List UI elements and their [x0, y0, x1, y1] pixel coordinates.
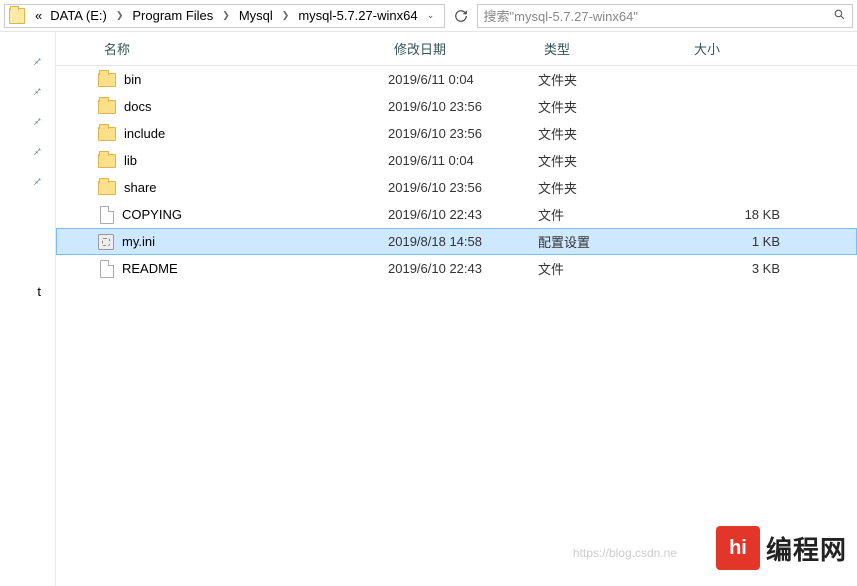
- cell-date: 2019/8/18 14:58: [388, 234, 538, 249]
- file-name: README: [122, 261, 178, 276]
- file-row[interactable]: include 2019/6/10 23:56文件夹: [56, 120, 857, 147]
- cell-name: docs: [98, 99, 388, 114]
- crumb-item[interactable]: DATA (E:): [46, 6, 111, 25]
- search-icon: [833, 8, 846, 24]
- file-icon: [100, 206, 114, 224]
- file-row[interactable]: share 2019/6/10 23:56文件夹: [56, 174, 857, 201]
- cell-size: 3 KB: [688, 261, 798, 276]
- header-date[interactable]: 修改日期: [388, 35, 538, 62]
- refresh-button[interactable]: [449, 5, 473, 27]
- cell-name: lib: [98, 153, 388, 168]
- folder-icon: [9, 8, 25, 24]
- cell-type: 文件夹: [538, 124, 688, 143]
- pin-icon[interactable]: [0, 106, 55, 136]
- file-name: share: [124, 180, 157, 195]
- crumb-item[interactable]: Mysql: [235, 6, 277, 25]
- chevron-right-icon[interactable]: ❯: [116, 10, 124, 21]
- file-name: include: [124, 126, 165, 141]
- cell-type: 文件夹: [538, 178, 688, 197]
- config-file-icon: [98, 234, 114, 250]
- pin-icon[interactable]: [0, 46, 55, 76]
- crumb-prefix[interactable]: «: [31, 6, 46, 25]
- cell-date: 2019/6/10 23:56: [388, 99, 538, 114]
- file-row[interactable]: my.ini 2019/8/18 14:58配置设置1 KB: [56, 228, 857, 255]
- header-type[interactable]: 类型: [538, 35, 688, 62]
- header-name[interactable]: 名称: [98, 35, 388, 62]
- column-headers: 名称 修改日期 类型 大小: [56, 32, 857, 66]
- watermark-url: https://blog.csdn.ne: [573, 546, 677, 560]
- cell-date: 2019/6/10 22:43: [388, 261, 538, 276]
- file-row[interactable]: COPYING 2019/6/10 22:43文件18 KB: [56, 201, 857, 228]
- pin-icon[interactable]: [0, 166, 55, 196]
- header-size[interactable]: 大小: [688, 35, 798, 62]
- cell-type: 文件夹: [538, 97, 688, 116]
- breadcrumb[interactable]: « DATA (E:) ❯ Program Files ❯ Mysql ❯ my…: [4, 4, 445, 28]
- file-list-pane: 名称 修改日期 类型 大小 bin2019/6/11 0:04文件夹docs20…: [56, 32, 857, 586]
- cell-name: my.ini: [98, 234, 388, 250]
- address-bar: « DATA (E:) ❯ Program Files ❯ Mysql ❯ my…: [0, 0, 857, 32]
- file-icon: [100, 260, 114, 278]
- file-name: lib: [124, 153, 137, 168]
- file-name: bin: [124, 72, 141, 87]
- chevron-right-icon[interactable]: ❯: [282, 10, 290, 21]
- folder-icon: [98, 73, 116, 87]
- cell-date: 2019/6/11 0:04: [388, 72, 538, 87]
- file-rows: bin2019/6/11 0:04文件夹docs2019/6/10 23:56文…: [56, 66, 857, 586]
- cell-name: COPYING: [98, 206, 388, 224]
- cell-type: 文件夹: [538, 151, 688, 170]
- cell-name: README: [98, 260, 388, 278]
- pin-icon[interactable]: [0, 136, 55, 166]
- cell-date: 2019/6/10 23:56: [388, 180, 538, 195]
- folder-icon: [98, 127, 116, 141]
- watermark: hi 编程网: [716, 526, 847, 570]
- folder-icon: [98, 181, 116, 195]
- pin-icon[interactable]: [0, 76, 55, 106]
- cell-name: share: [98, 180, 388, 195]
- refresh-icon: [454, 9, 468, 23]
- search-input[interactable]: 搜索"mysql-5.7.27-winx64": [477, 4, 853, 28]
- sidebar-letter[interactable]: t: [0, 276, 55, 306]
- file-name: my.ini: [122, 234, 155, 249]
- breadcrumb-path: « DATA (E:) ❯ Program Files ❯ Mysql ❯ my…: [31, 6, 422, 25]
- file-row[interactable]: docs 2019/6/10 23:56文件夹: [56, 93, 857, 120]
- cell-type: 文件: [538, 259, 688, 278]
- cell-type: 文件: [538, 205, 688, 224]
- watermark-logo-icon: hi: [716, 526, 760, 570]
- crumb-item[interactable]: Program Files: [128, 6, 217, 25]
- file-row[interactable]: bin 2019/6/11 0:04文件夹: [56, 66, 857, 93]
- chevron-right-icon[interactable]: ❯: [222, 10, 230, 21]
- search-placeholder: 搜索"mysql-5.7.27-winx64": [484, 6, 638, 25]
- folder-icon: [98, 154, 116, 168]
- file-name: docs: [124, 99, 151, 114]
- cell-type: 配置设置: [538, 232, 688, 251]
- file-row[interactable]: lib 2019/6/11 0:04文件夹: [56, 147, 857, 174]
- watermark-brand: 编程网: [766, 530, 847, 567]
- cell-date: 2019/6/11 0:04: [388, 153, 538, 168]
- cell-name: bin: [98, 72, 388, 87]
- cell-date: 2019/6/10 23:56: [388, 126, 538, 141]
- cell-type: 文件夹: [538, 70, 688, 89]
- folder-icon: [98, 100, 116, 114]
- quick-access-sidebar: t: [0, 32, 56, 586]
- chevron-down-icon[interactable]: ⌄: [422, 6, 440, 26]
- file-row[interactable]: README 2019/6/10 22:43文件3 KB: [56, 255, 857, 282]
- cell-date: 2019/6/10 22:43: [388, 207, 538, 222]
- cell-size: 18 KB: [688, 207, 798, 222]
- file-name: COPYING: [122, 207, 182, 222]
- cell-size: 1 KB: [688, 234, 798, 249]
- crumb-item[interactable]: mysql-5.7.27-winx64: [294, 6, 421, 25]
- cell-name: include: [98, 126, 388, 141]
